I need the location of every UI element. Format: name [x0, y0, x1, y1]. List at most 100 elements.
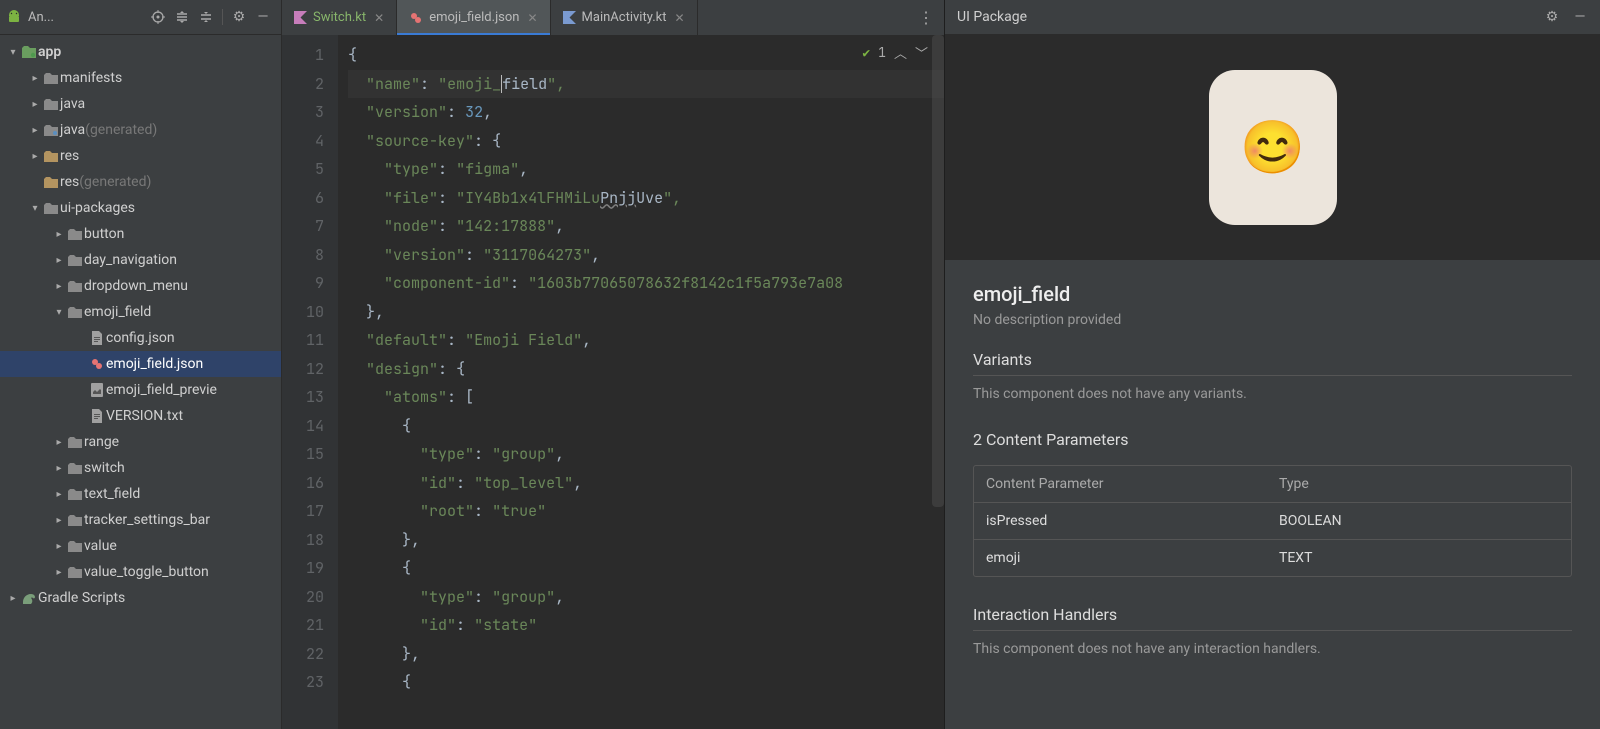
target-icon[interactable]: [150, 9, 166, 25]
gradle-icon: [20, 592, 38, 604]
tree-value[interactable]: ▸ value: [0, 533, 281, 559]
tab-mainactivity-kt[interactable]: MainActivity.kt ✕: [551, 0, 698, 35]
code-line: "file": "IY4Bb1x4lFHMiLuPnjjUve",: [348, 184, 944, 213]
tree-label: button: [84, 226, 124, 242]
project-sidebar: An... ⚙ — ▾ app ▸manifests ▸java ▸java (…: [0, 0, 282, 729]
tree-res[interactable]: ▸ res: [0, 143, 281, 169]
tree-label: java: [60, 96, 85, 112]
tab-emoji-field-json[interactable]: emoji_field.json ✕: [397, 0, 550, 35]
tree-gradle-scripts[interactable]: ▸Gradle Scripts: [0, 585, 281, 611]
tree-label: res: [60, 148, 79, 164]
tab-label: MainActivity.kt: [582, 10, 667, 25]
tree-day-navigation[interactable]: ▸day_navigation: [0, 247, 281, 273]
collapse-icon[interactable]: [198, 9, 214, 25]
minimize-icon[interactable]: —: [1572, 9, 1588, 25]
panel-title: UI Package: [957, 9, 1544, 25]
interaction-handlers-body: This component does not have any interac…: [973, 641, 1572, 657]
tree-value-toggle-button[interactable]: ▸value_toggle_button: [0, 559, 281, 585]
tree-version-txt[interactable]: VERSION.txt: [0, 403, 281, 429]
code-line: },: [348, 640, 944, 669]
tab-switch-kt[interactable]: Switch.kt ✕: [282, 0, 397, 35]
expand-icon[interactable]: [174, 9, 190, 25]
editor-inspections[interactable]: ✔ 1 ︿ ﹀: [862, 43, 928, 62]
tree-manifests[interactable]: ▸manifests: [0, 65, 281, 91]
tree-emoji-field-preview[interactable]: emoji_field_previe: [0, 377, 281, 403]
tree-range[interactable]: ▸range: [0, 429, 281, 455]
table-row[interactable]: isPressed BOOLEAN: [974, 502, 1571, 539]
tree-emoji-field-dir[interactable]: ▾emoji_field: [0, 299, 281, 325]
tabs-overflow: ⋮: [918, 0, 944, 35]
gear-icon[interactable]: ⚙: [231, 9, 247, 25]
tree-label: VERSION.txt: [106, 408, 183, 424]
tree-label: emoji_field.json: [106, 356, 203, 372]
code-body[interactable]: ✔ 1 ︿ ﹀ { "name": "emoji_field", "versio…: [338, 35, 944, 729]
tree-label: range: [84, 434, 119, 450]
code-line: "atoms": [: [348, 383, 944, 412]
chevron-right-icon: ▸: [52, 541, 66, 552]
tree-tracker-settings-bar[interactable]: ▸tracker_settings_bar: [0, 507, 281, 533]
tree-label: day_navigation: [84, 252, 177, 268]
tree-java[interactable]: ▸ java: [0, 91, 281, 117]
content-parameters-title: 2 Content Parameters: [973, 430, 1572, 455]
chevron-up-icon[interactable]: ︿: [894, 43, 907, 62]
sidebar-title-text: An...: [28, 10, 54, 25]
kotlin-file-icon: [294, 11, 307, 24]
tree-text-field[interactable]: ▸text_field: [0, 481, 281, 507]
close-icon[interactable]: ✕: [674, 11, 684, 25]
tree-java-generated[interactable]: ▸java (generated): [0, 117, 281, 143]
chevron-right-icon: ▸: [52, 281, 66, 292]
close-icon[interactable]: ✕: [527, 11, 537, 25]
tree-ui-packages[interactable]: ▾ui-packages: [0, 195, 281, 221]
tab-label: Switch.kt: [313, 10, 366, 25]
close-icon[interactable]: ✕: [374, 11, 384, 25]
chevron-right-icon: ▸: [28, 99, 42, 110]
interaction-handlers-title: Interaction Handlers: [973, 605, 1572, 631]
folder-icon: [66, 255, 84, 266]
table-header-row: Content Parameter Type: [974, 466, 1571, 502]
chevron-down-icon[interactable]: ﹀: [915, 43, 928, 62]
more-icon[interactable]: ⋮: [918, 8, 934, 27]
col-type: Type: [1279, 476, 1559, 492]
table-row[interactable]: emoji TEXT: [974, 539, 1571, 576]
param-name: emoji: [986, 550, 1279, 566]
tree-label: manifests: [60, 70, 122, 86]
tree-button[interactable]: ▸button: [0, 221, 281, 247]
tree-emoji-field-json[interactable]: emoji_field.json: [0, 351, 281, 377]
kotlin-file-icon: [563, 11, 576, 24]
tree-suffix: (generated): [85, 122, 157, 138]
code-line: "type": "group",: [348, 440, 944, 469]
tree-res-generated[interactable]: res (generated): [0, 169, 281, 195]
chevron-right-icon: ▸: [28, 125, 42, 136]
tree-label: value: [84, 538, 117, 554]
scrollbar-vertical[interactable]: [932, 35, 944, 507]
package-name: emoji_field: [973, 282, 1572, 306]
code-line: "type": "group",: [348, 583, 944, 612]
code-line: "id": "state": [348, 611, 944, 640]
chevron-right-icon: ▸: [28, 151, 42, 162]
code-line: "version": "3117064273",: [348, 241, 944, 270]
image-file-icon: [88, 383, 106, 397]
param-name: isPressed: [986, 513, 1279, 529]
sidebar-actions: ⚙ —: [150, 9, 275, 25]
folder-icon: [66, 307, 84, 318]
package-description: No description provided: [973, 312, 1572, 328]
tree-label: ui-packages: [60, 200, 135, 216]
sidebar-title[interactable]: An...: [6, 9, 150, 25]
minimize-icon[interactable]: —: [255, 9, 271, 25]
code-area[interactable]: 1234567891011121314151617181920212223 ✔ …: [282, 35, 944, 729]
folder-icon: [66, 281, 84, 292]
tree-label: switch: [84, 460, 125, 476]
content-parameters-table: Content Parameter Type isPressed BOOLEAN…: [973, 465, 1572, 577]
tree-switch[interactable]: ▸switch: [0, 455, 281, 481]
gutter: 1234567891011121314151617181920212223: [282, 35, 338, 729]
emoji-preview-card: 😊: [1209, 70, 1337, 225]
gear-icon[interactable]: ⚙: [1544, 9, 1560, 25]
variants-body: This component does not have any variant…: [973, 386, 1572, 402]
folder-icon: [66, 463, 84, 474]
editor: Switch.kt ✕ emoji_field.json ✕ MainActiv…: [282, 0, 945, 729]
tree-dropdown-menu[interactable]: ▸dropdown_menu: [0, 273, 281, 299]
code-line: "component-id": "1603b77065078632f8142c1…: [348, 269, 944, 298]
tree-app[interactable]: ▾ app: [0, 39, 281, 65]
tree-config-json[interactable]: config.json: [0, 325, 281, 351]
code-line: "root": "true": [348, 497, 944, 526]
